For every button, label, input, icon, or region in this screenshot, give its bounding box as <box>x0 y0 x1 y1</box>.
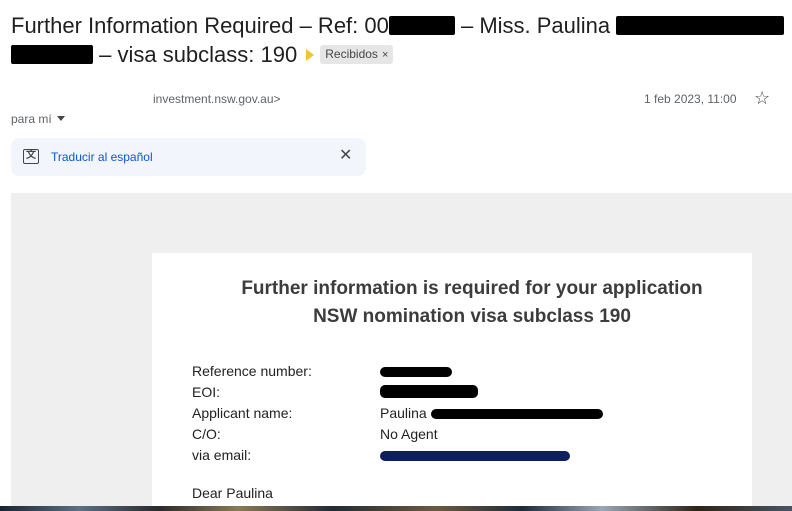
background-photo-strip <box>0 506 792 511</box>
detail-label: Applicant name: <box>192 405 293 421</box>
redaction-block <box>388 16 455 35</box>
email-date: 1 feb 2023, 11:00 <box>644 92 737 106</box>
translate-icon: 文 <box>23 149 39 164</box>
subject-text-part2: – Miss. Paulina <box>454 13 617 38</box>
remove-label-icon[interactable]: × <box>382 49 388 61</box>
recipient-label: para mí <box>11 112 52 126</box>
label-chip-text: Recibidos <box>325 47 378 61</box>
email-body-card: Further information is required for your… <box>152 253 752 511</box>
star-icon[interactable]: ☆ <box>754 88 770 108</box>
redaction-scribble <box>380 367 452 377</box>
email-link-redacted[interactable] <box>380 445 570 466</box>
redaction-scribble <box>380 451 570 461</box>
body-title-line2: NSW nomination visa subclass 190 <box>313 306 631 327</box>
chevron-down-icon <box>56 116 65 121</box>
importance-marker-icon[interactable] <box>306 49 315 61</box>
label-chip-inbox[interactable]: Recibidos × <box>320 45 394 64</box>
applicant-first-name: Paulina <box>380 405 427 421</box>
body-title: Further information is required for your… <box>152 275 792 331</box>
detail-label: Reference number: <box>192 363 312 379</box>
redaction-block <box>616 16 785 35</box>
translate-link[interactable]: Traducir al español <box>51 150 153 164</box>
detail-label: via email: <box>192 447 252 463</box>
detail-value: Paulina <box>380 403 603 424</box>
sender-address: investment.nsw.gov.au> <box>153 92 281 106</box>
recipient-toggle[interactable]: para mí <box>11 112 65 126</box>
redaction-block <box>11 45 93 64</box>
subject-text-part1: Further Information Required – Ref: 00 <box>11 13 389 38</box>
greeting: Dear Paulina <box>192 485 273 501</box>
detail-value: No Agent <box>380 426 438 442</box>
translate-banner: 文 Traducir al español ✕ <box>11 138 366 176</box>
redaction-scribble <box>430 409 603 419</box>
detail-value-redacted <box>380 382 478 403</box>
subject-text-part3: – visa subclass: 190 <box>93 42 298 67</box>
close-icon[interactable]: ✕ <box>339 147 352 165</box>
detail-value-redacted <box>380 361 452 382</box>
body-title-line1: Further information is required for your… <box>241 278 703 299</box>
redaction-scribble <box>380 385 478 398</box>
detail-label: C/O: <box>192 426 221 442</box>
email-subject: Further Information Required – Ref: 00 –… <box>11 11 786 69</box>
detail-label: EOI: <box>192 384 221 400</box>
